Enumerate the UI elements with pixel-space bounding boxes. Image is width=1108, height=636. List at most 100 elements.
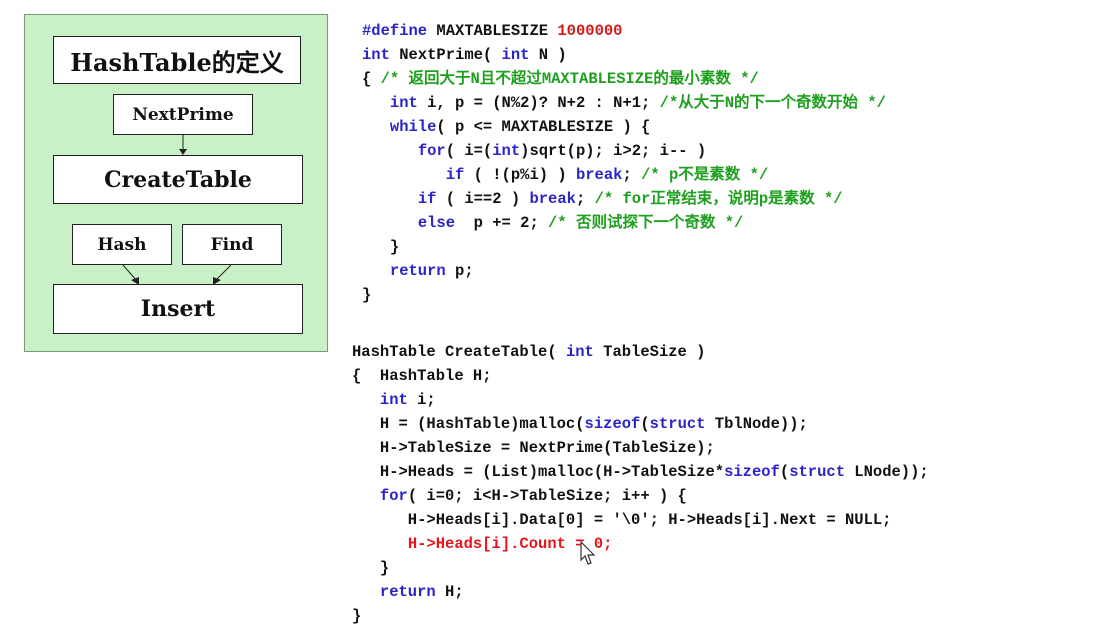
- code-token: )sqrt(p); i>2; i-- ): [520, 142, 707, 160]
- code-line: for( i=(int)sqrt(p); i>2; i-- ): [362, 139, 886, 163]
- code-token: int: [379, 391, 408, 409]
- code-line: }: [362, 235, 886, 259]
- code-token: i;: [407, 391, 436, 409]
- node-nextprime: NextPrime: [113, 94, 253, 135]
- code-token: int: [389, 94, 418, 112]
- diagram-title-box: HashTable的定义: [53, 36, 301, 84]
- diagram-title: HashTable的定义: [70, 47, 284, 77]
- code-token: }: [352, 559, 390, 577]
- code-token: H;: [435, 583, 464, 601]
- code-token: i, p = (N%2)? N+2 : N+1;: [417, 94, 660, 112]
- code-token: H->Heads = (List)malloc(H->TableSize*: [352, 463, 725, 481]
- code-token: p;: [445, 262, 474, 280]
- code-token: break: [575, 166, 623, 184]
- code-line: if ( !(p%i) ) break; /* p不是素数 */: [362, 163, 886, 187]
- code-token: }: [352, 607, 362, 625]
- node-insert: Insert: [53, 284, 303, 334]
- code-token: while: [389, 118, 437, 136]
- code-token: NextPrime(: [389, 46, 502, 64]
- code-token: TableSize ): [593, 343, 706, 361]
- code-line: }: [352, 556, 929, 580]
- code-token: }: [362, 286, 372, 304]
- code-token: }: [362, 238, 400, 256]
- code-token: /* 否则试探下一个奇数 */: [548, 214, 744, 232]
- code-token: ( i=(: [445, 142, 493, 160]
- code-token: MAXTABLESIZE: [427, 22, 558, 40]
- code-token: (: [640, 415, 650, 433]
- code-token: TblNode));: [705, 415, 808, 433]
- code-token: ;: [622, 166, 642, 184]
- code-line: }: [352, 604, 929, 628]
- node-createtable: CreateTable: [53, 155, 303, 204]
- code-token: break: [529, 190, 576, 208]
- code-line: H->Heads[i].Count = 0;: [352, 532, 929, 556]
- code-line: }: [362, 283, 886, 307]
- code-token: H->TableSize = NextPrime(TableSize);: [352, 439, 715, 457]
- code-token: {: [362, 70, 381, 88]
- code-token: return: [389, 262, 446, 280]
- code-line: return H;: [352, 580, 929, 604]
- code-token: ( i=0; i<H->TableSize; i++ ) {: [407, 487, 687, 505]
- code-token: for: [379, 487, 408, 505]
- code-token: if: [445, 166, 465, 184]
- node-find-label: Find: [210, 234, 254, 255]
- code-token: sizeof: [584, 415, 641, 433]
- hashtable-diagram-panel: HashTable的定义 NextPrime CreateTable Hash …: [24, 14, 328, 352]
- code-token: ( i==2 ): [436, 190, 530, 208]
- code-line: while( p <= MAXTABLESIZE ) {: [362, 115, 886, 139]
- code-token: LNode));: [845, 463, 929, 481]
- code-token: else: [417, 214, 456, 232]
- code-line: H = (HashTable)malloc(sizeof(struct TblN…: [352, 412, 929, 436]
- code-token: #define: [362, 22, 428, 40]
- code-next-prime: #define MAXTABLESIZE 1000000 int NextPrim…: [362, 19, 886, 307]
- code-token: struct: [789, 463, 845, 481]
- code-token: int: [492, 142, 521, 160]
- code-line: if ( i==2 ) break; /* for正常结束，说明p是素数 */: [362, 187, 886, 211]
- node-hash-label: Hash: [97, 234, 147, 255]
- mouse-cursor-icon: [580, 541, 596, 565]
- code-token: int: [362, 46, 390, 64]
- code-line: else p += 2; /* 否则试探下一个奇数 */: [362, 211, 886, 235]
- code-token: (: [779, 463, 790, 481]
- arrow-find-to-insert: [214, 264, 232, 282]
- code-token: ( p <= MAXTABLESIZE ) {: [436, 118, 651, 136]
- code-line: return p;: [362, 259, 886, 283]
- code-create-table: HashTable CreateTable( int TableSize ) { …: [352, 340, 929, 628]
- code-token: int: [565, 343, 594, 361]
- code-line: int NextPrime( int N ): [362, 43, 886, 67]
- code-token: /*从大于N的下一个奇数开始 */: [659, 94, 886, 112]
- code-line: int i, p = (N%2)? N+2 : N+1; /*从大于N的下一个奇…: [362, 91, 886, 115]
- code-line: int i;: [352, 388, 929, 412]
- code-line: #define MAXTABLESIZE 1000000: [362, 19, 886, 43]
- code-line: H->Heads[i].Data[0] = '\0'; H->Heads[i].…: [352, 508, 929, 532]
- code-token: sizeof: [724, 463, 780, 481]
- code-token: { HashTable H;: [352, 367, 492, 385]
- node-createtable-label: CreateTable: [104, 166, 252, 193]
- code-token: H->Heads[i].Data[0] = '\0'; H->Heads[i].…: [352, 511, 892, 529]
- code-token: p += 2;: [455, 214, 549, 232]
- code-token: ( !(p%i) ): [464, 166, 576, 184]
- code-token: 1000000: [557, 22, 623, 40]
- code-token: N ): [529, 46, 567, 64]
- code-line: H->Heads = (List)malloc(H->TableSize*siz…: [352, 460, 929, 484]
- code-line: { /* 返回大于N且不超过MAXTABLESIZE的最小素数 */: [362, 67, 886, 91]
- code-token: struct: [649, 415, 706, 433]
- node-insert-label: Insert: [140, 296, 216, 322]
- code-token: /* for正常结束，说明p是素数 */: [594, 190, 843, 208]
- node-nextprime-label: NextPrime: [132, 104, 234, 125]
- code-token: return: [379, 583, 436, 601]
- code-token: int: [501, 46, 530, 64]
- code-token: for: [417, 142, 446, 160]
- code-token: /* 返回大于N且不超过MAXTABLESIZE的最小素数 */: [380, 70, 759, 88]
